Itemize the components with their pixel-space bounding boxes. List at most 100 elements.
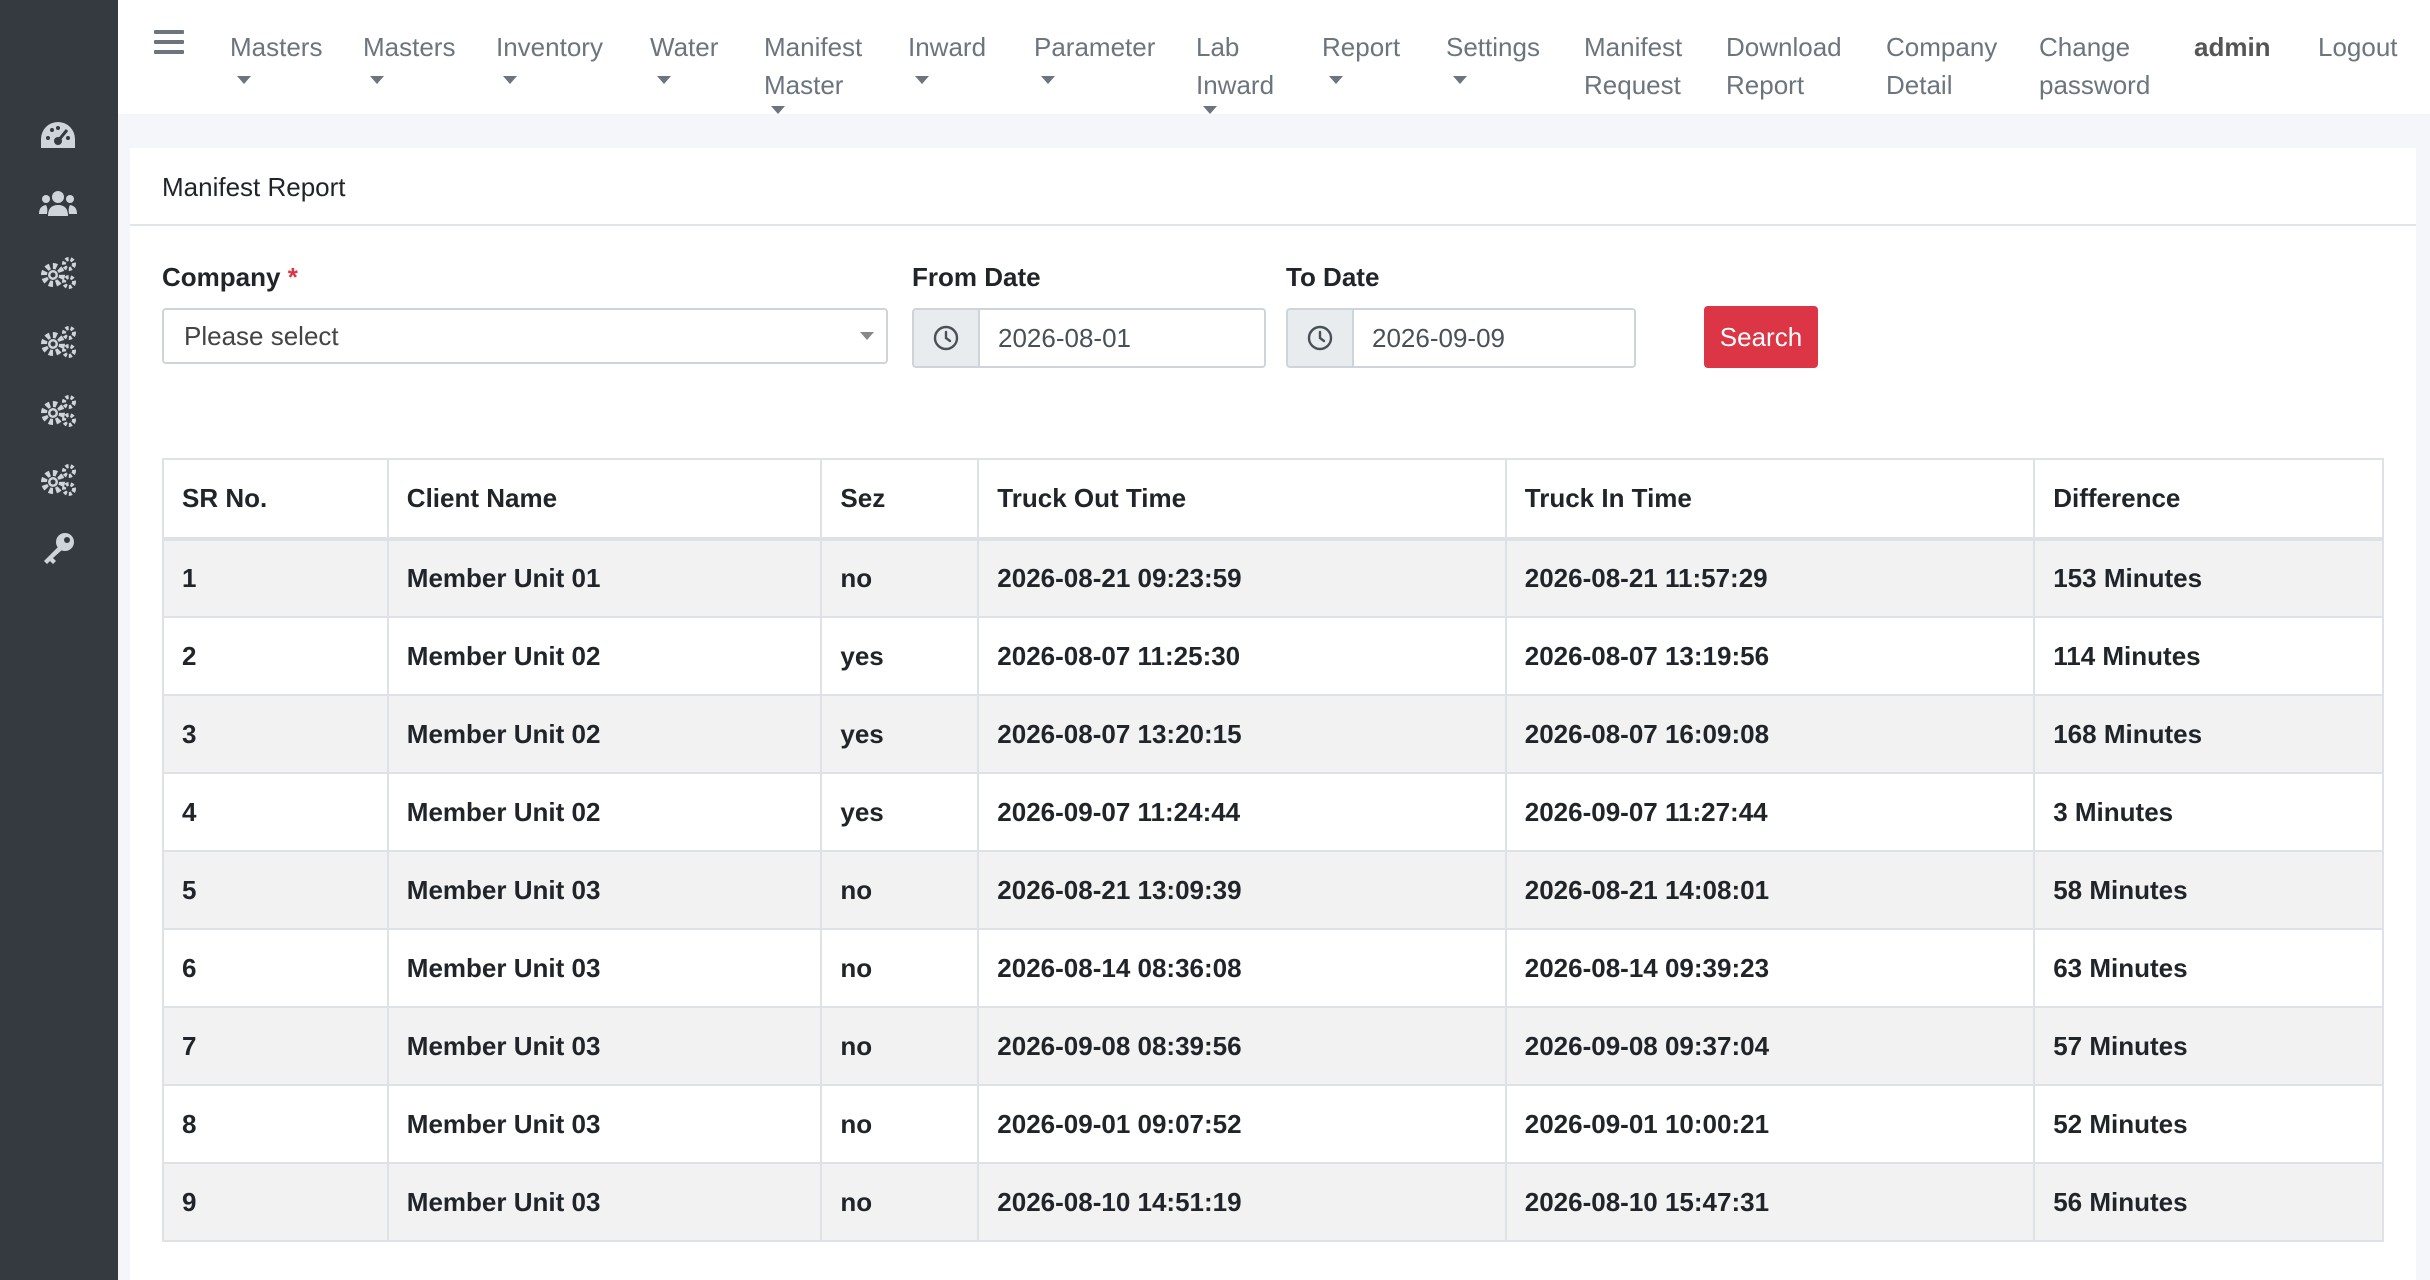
cell-client-name: Member Unit 02 (386, 694, 823, 774)
cell-difference: 153 Minutes (2033, 538, 2384, 618)
nav-label: Lab Inward (1196, 32, 1275, 100)
cell-client-name: Member Unit 03 (386, 850, 823, 930)
sidebar (0, 0, 118, 1280)
cell-sez: no (820, 1084, 980, 1164)
cell-sr-no: 7 (162, 1006, 389, 1086)
cell-truck-in-time: 2026-08-10 15:47:31 (1504, 1162, 2036, 1242)
nav-masters-1[interactable]: Masters (230, 28, 322, 84)
table-header-row: SR No. Client Name Sez Truck Out Time Tr… (162, 458, 2384, 541)
cell-truck-out-time: 2026-08-21 13:09:39 (977, 850, 1507, 930)
nav-water[interactable]: Water (650, 28, 720, 84)
company-select-value: Please select (184, 321, 339, 351)
cell-truck-out-time: 2026-09-07 11:24:44 (977, 772, 1507, 852)
card-title: Manifest Report (130, 148, 2416, 226)
cell-truck-in-time: 2026-09-07 11:27:44 (1504, 772, 2036, 852)
from-date-input[interactable]: 2026-08-01 (980, 308, 1266, 368)
company-label: Company * (162, 262, 298, 293)
cell-client-name: Member Unit 02 (386, 616, 823, 696)
nav-settings[interactable]: Settings (1446, 28, 1540, 84)
column-header-sr-no[interactable]: SR No. (162, 458, 389, 541)
cell-difference: 114 Minutes (2033, 616, 2384, 696)
caret-down-icon (657, 76, 671, 84)
cell-client-name: Member Unit 03 (386, 928, 823, 1008)
company-select[interactable]: Please select (162, 308, 888, 364)
table-row: 9 Member Unit 03 no 2026-08-10 14:51:19 … (162, 1162, 2384, 1242)
nav-label: Masters (363, 32, 456, 62)
nav-label: Report (1322, 32, 1401, 62)
cell-difference: 56 Minutes (2033, 1162, 2384, 1242)
nav-label: Download Report (1726, 32, 1842, 100)
nav-parameter[interactable]: Parameter (1034, 28, 1156, 84)
nav-inventory[interactable]: Inventory (496, 28, 606, 84)
nav-label: Inward (908, 32, 987, 62)
nav-label: Manifest Request (1584, 32, 1683, 100)
table-row: 8 Member Unit 03 no 2026-09-01 09:07:52 … (162, 1084, 2384, 1164)
nav-lab-inward[interactable]: Lab Inward (1196, 28, 1286, 114)
cell-sez: yes (820, 616, 980, 696)
to-date-label: To Date (1286, 262, 1380, 292)
nav-change-password[interactable]: Change password (2039, 28, 2151, 104)
users-icon[interactable] (36, 184, 80, 224)
nav-label: Parameter (1034, 32, 1156, 62)
cell-truck-in-time: 2026-09-08 09:37:04 (1504, 1006, 2036, 1086)
column-header-client-name[interactable]: Client Name (386, 458, 823, 541)
nav-label: Change password (2039, 32, 2151, 100)
nav-masters-2[interactable]: Masters (363, 28, 456, 84)
caret-down-icon (503, 76, 517, 84)
cell-client-name: Member Unit 03 (386, 1162, 823, 1242)
cogs-icon[interactable] (36, 322, 80, 362)
cell-truck-in-time: 2026-08-07 16:09:08 (1504, 694, 2036, 774)
caret-down-icon (1453, 76, 1467, 84)
cell-sr-no: 9 (162, 1162, 389, 1242)
key-icon[interactable] (36, 529, 80, 569)
cell-difference: 3 Minutes (2033, 772, 2384, 852)
cell-difference: 58 Minutes (2033, 850, 2384, 930)
cell-truck-out-time: 2026-08-07 13:20:15 (977, 694, 1507, 774)
cell-truck-out-time: 2026-08-10 14:51:19 (977, 1162, 1507, 1242)
table-row: 7 Member Unit 03 no 2026-09-08 08:39:56 … (162, 1006, 2384, 1086)
table-row: 6 Member Unit 03 no 2026-08-14 08:36:08 … (162, 928, 2384, 1008)
manifest-report-table: SR No. Client Name Sez Truck Out Time Tr… (162, 458, 2384, 1242)
cogs-icon[interactable] (36, 460, 80, 500)
nav-manifest-request[interactable]: Manifest Request (1584, 28, 1684, 104)
cell-truck-in-time: 2026-08-07 13:19:56 (1504, 616, 2036, 696)
to-date-input[interactable]: 2026-09-09 (1354, 308, 1636, 368)
column-header-truck-out-time[interactable]: Truck Out Time (977, 458, 1507, 541)
cogs-icon[interactable] (36, 391, 80, 431)
clock-icon (1286, 308, 1354, 368)
nav-download-report[interactable]: Download Report (1726, 28, 1846, 104)
cell-truck-in-time: 2026-09-01 10:00:21 (1504, 1084, 2036, 1164)
nav-company-detail[interactable]: Company Detail (1886, 28, 1997, 104)
table-row: 3 Member Unit 02 yes 2026-08-07 13:20:15… (162, 694, 2384, 774)
cogs-icon[interactable] (36, 253, 80, 293)
cell-client-name: Member Unit 03 (386, 1084, 823, 1164)
nav-report[interactable]: Report (1322, 28, 1402, 84)
cell-sr-no: 6 (162, 928, 389, 1008)
top-navbar: Masters Masters Inventory Water Manifest… (118, 0, 2430, 114)
clock-icon (912, 308, 980, 368)
cell-sez: no (820, 928, 980, 1008)
table-row: 2 Member Unit 02 yes 2026-08-07 11:25:30… (162, 616, 2384, 696)
from-date-group: 2026-08-01 (912, 308, 1266, 368)
nav-logout[interactable]: Logout (2318, 28, 2398, 66)
cell-truck-out-time: 2026-08-21 09:23:59 (977, 538, 1507, 618)
hamburger-menu-icon[interactable] (154, 30, 184, 56)
cell-truck-out-time: 2026-08-14 08:36:08 (977, 928, 1507, 1008)
nav-manifest-master[interactable]: Manifest Master (764, 28, 864, 114)
dashboard-icon[interactable] (36, 116, 80, 156)
from-date-label: From Date (912, 262, 1041, 292)
column-header-truck-in-time[interactable]: Truck In Time (1504, 458, 2036, 541)
table-row: 5 Member Unit 03 no 2026-08-21 13:09:39 … (162, 850, 2384, 930)
caret-down-icon (237, 76, 251, 84)
cell-truck-out-time: 2026-09-01 09:07:52 (977, 1084, 1507, 1164)
cell-difference: 57 Minutes (2033, 1006, 2384, 1086)
column-header-sez[interactable]: Sez (820, 458, 980, 541)
nav-label: Water (650, 32, 719, 62)
cell-client-name: Member Unit 02 (386, 772, 823, 852)
column-header-difference[interactable]: Difference (2033, 458, 2384, 541)
cell-sr-no: 1 (162, 538, 389, 618)
search-button[interactable]: Search (1704, 306, 1818, 368)
cell-truck-in-time: 2026-08-21 14:08:01 (1504, 850, 2036, 930)
nav-admin[interactable]: admin (2194, 28, 2271, 66)
nav-inward[interactable]: Inward (908, 28, 988, 84)
